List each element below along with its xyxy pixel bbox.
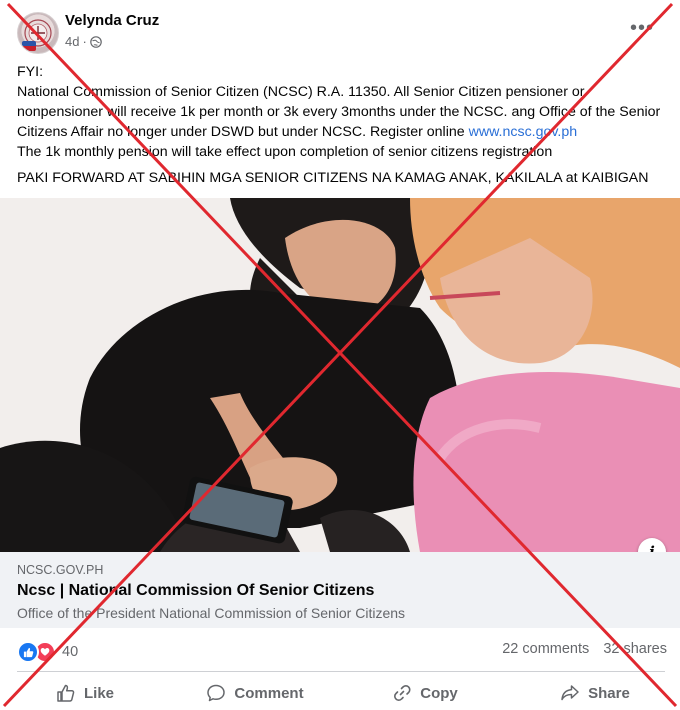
author-name[interactable]: Velynda Cruz bbox=[65, 12, 159, 29]
like-reaction-icon bbox=[17, 641, 39, 663]
women-using-phone-photo bbox=[0, 198, 680, 552]
divider bbox=[17, 671, 665, 672]
link-icon bbox=[394, 685, 411, 701]
flag-badge bbox=[22, 41, 36, 51]
avatar[interactable] bbox=[17, 12, 59, 54]
share-label: Share bbox=[588, 684, 630, 702]
post-time[interactable]: 4d bbox=[65, 34, 79, 49]
post-text: FYI: National Commission of Senior Citiz… bbox=[17, 62, 667, 188]
preview-subtitle: Office of the President National Commiss… bbox=[17, 605, 406, 621]
share-icon bbox=[561, 685, 579, 701]
copy-button[interactable]: Copy bbox=[340, 676, 510, 710]
text-paragraph: National Commission of Senior Citizen (N… bbox=[17, 82, 667, 142]
text-forward: PAKI FORWARD AT SABIHIN MGA SENIOR CITIZ… bbox=[17, 170, 649, 186]
comments-count[interactable]: 22 comments bbox=[502, 641, 589, 657]
more-options-icon[interactable]: ••• bbox=[630, 18, 654, 38]
comment-icon bbox=[207, 684, 226, 702]
text-pension: The 1k monthly pension will take effect … bbox=[17, 144, 553, 160]
shares-count[interactable]: 32 shares bbox=[603, 641, 667, 657]
meta-separator: · bbox=[82, 34, 87, 49]
post-meta: 4d · bbox=[65, 34, 102, 49]
preview-title[interactable]: Ncsc | National Commission Of Senior Cit… bbox=[17, 582, 374, 600]
ncsc-link[interactable]: www.ncsc.gov.ph bbox=[469, 124, 578, 140]
thumbs-up-icon bbox=[57, 684, 75, 702]
comment-label: Comment bbox=[234, 684, 304, 702]
globe-icon[interactable] bbox=[90, 35, 102, 48]
post-stats: 40 22 comments 32 shares bbox=[17, 641, 667, 663]
copy-label: Copy bbox=[420, 684, 458, 702]
like-label: Like bbox=[83, 684, 114, 702]
reactions[interactable]: 40 bbox=[17, 641, 78, 663]
engagement-counts: 22 comments 32 shares bbox=[502, 641, 667, 657]
reaction-count: 40 bbox=[62, 644, 79, 660]
link-preview[interactable]: NCSC.GOV.PH Ncsc | National Commission O… bbox=[0, 552, 680, 628]
facebook-post: Velynda Cruz 4d · ••• FYI: National Comm… bbox=[0, 0, 680, 710]
text-fyi: FYI: bbox=[17, 64, 44, 80]
comment-button[interactable]: Comment bbox=[170, 676, 340, 710]
preview-domain: NCSC.GOV.PH bbox=[17, 563, 104, 577]
link-preview-image[interactable]: i bbox=[0, 198, 680, 552]
action-bar: Like Comment Copy Share bbox=[0, 676, 680, 710]
like-button[interactable]: Like bbox=[0, 676, 170, 710]
share-button[interactable]: Share bbox=[510, 676, 680, 710]
